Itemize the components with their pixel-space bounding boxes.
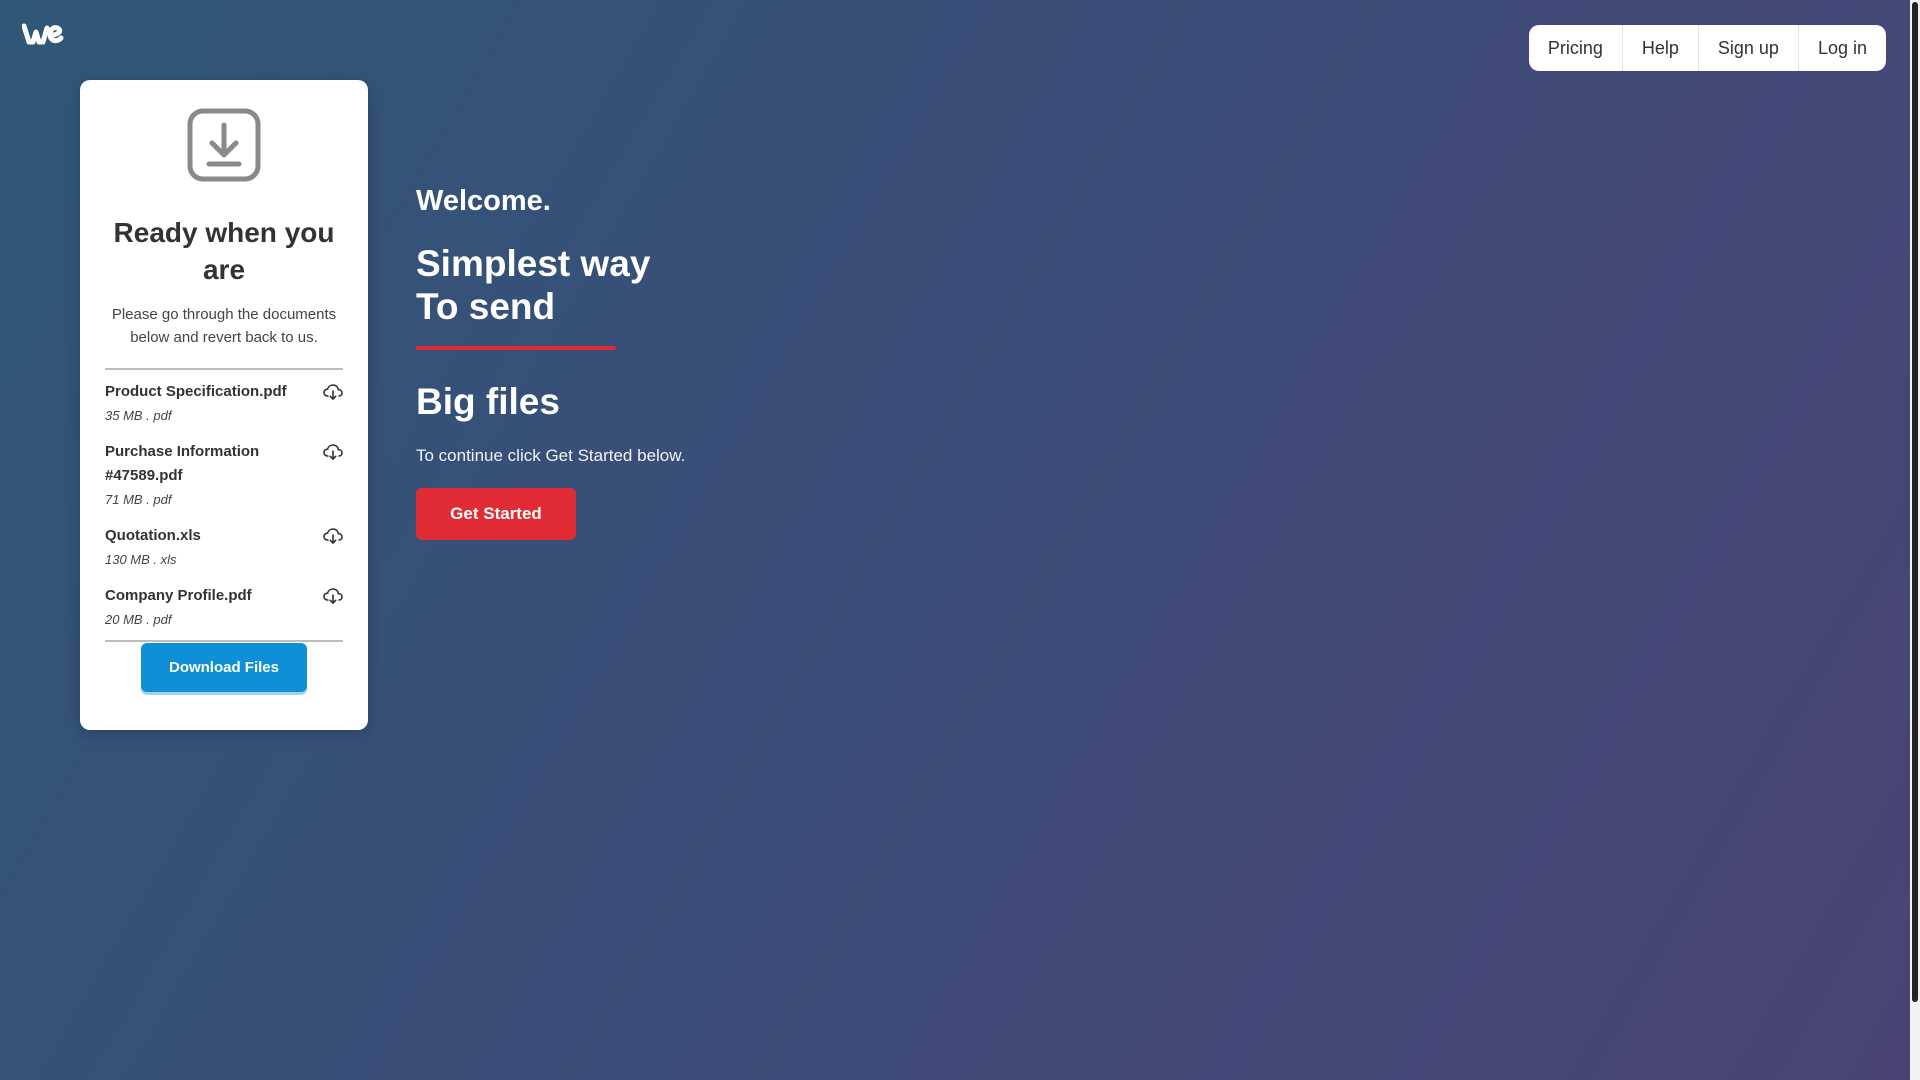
cloud-download-icon[interactable] [323, 527, 343, 545]
file-name: Company Profile.pdf [105, 587, 252, 604]
scrollbar[interactable] [1910, 0, 1920, 1080]
card-title: Ready when you are [113, 217, 335, 285]
download-box-icon [187, 108, 261, 182]
list-item: Company Profile.pdf 20 MB . pdf [105, 584, 343, 630]
headline-line-2: To send [416, 286, 556, 327]
card-description: Please go through the documents below an… [111, 306, 337, 346]
headline-line-1: Simplest way [416, 243, 651, 284]
instruction-text: To continue click Get Started below. [416, 446, 686, 465]
list-item: Product Specification.pdf 35 MB . pdf [105, 380, 343, 426]
cloud-download-icon[interactable] [323, 383, 343, 401]
scrollbar-thumb[interactable] [1912, 2, 1918, 1002]
file-list: Product Specification.pdf 35 MB . pdf Pu… [105, 368, 343, 642]
file-meta: 71 MB . pdf [105, 492, 172, 507]
headline: Simplest way To send [416, 242, 685, 328]
subheadline: Big files [416, 381, 560, 422]
cloud-download-icon[interactable] [323, 443, 343, 461]
list-item: Purchase Information #47589.pdf 71 MB . … [105, 440, 343, 510]
file-name: Product Specification.pdf [105, 383, 287, 400]
top-nav: Pricing Help Sign up Log in [1528, 25, 1886, 71]
list-item: Quotation.xls 130 MB . xls [105, 524, 343, 570]
welcome-heading: Welcome. [416, 185, 551, 217]
hero-section: Welcome. Simplest way To send Big files … [416, 180, 685, 540]
nav-help[interactable]: Help [1623, 25, 1699, 71]
we-logo-icon[interactable] [22, 20, 66, 46]
file-name: Purchase Information #47589.pdf [105, 443, 260, 484]
file-name: Quotation.xls [105, 527, 201, 544]
nav-sign-up[interactable]: Sign up [1699, 25, 1799, 71]
nav-log-in[interactable]: Log in [1799, 25, 1886, 71]
cloud-download-icon[interactable] [323, 587, 343, 605]
get-started-button[interactable]: Get Started [416, 488, 576, 540]
file-meta: 130 MB . xls [105, 552, 177, 567]
file-meta: 35 MB . pdf [105, 408, 172, 423]
download-files-button[interactable]: Download Files [141, 643, 307, 692]
nav-pricing[interactable]: Pricing [1529, 25, 1623, 71]
accent-divider [416, 346, 616, 350]
download-card: Ready when you are Please go through the… [80, 80, 368, 730]
file-meta: 20 MB . pdf [105, 612, 172, 627]
